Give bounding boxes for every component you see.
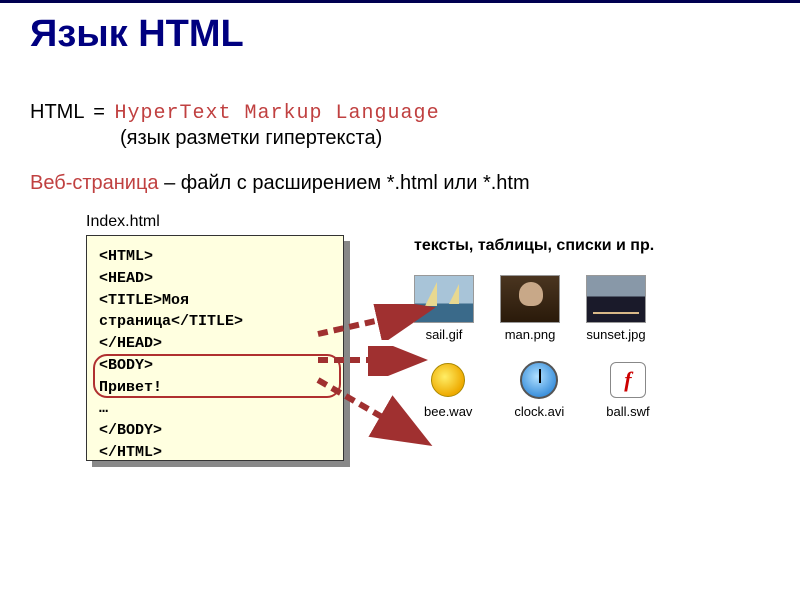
file-label: man.png <box>505 327 556 342</box>
equals-sign: = <box>93 101 105 123</box>
file-sunset: sunset.jpg <box>586 275 646 342</box>
clock-icon <box>519 360 559 400</box>
code-block: <HTML> <HEAD> <TITLE>Моя страница</TITLE… <box>86 235 344 461</box>
definition-line: HTML = HyperText Markup Language <box>30 101 770 125</box>
html-abbr: HTML <box>30 101 84 123</box>
code-line: <HTML> <box>99 246 331 268</box>
title-bar: Язык HTML <box>0 0 800 61</box>
code-line: Привет! <box>99 377 331 399</box>
code-line: </HEAD> <box>99 333 331 355</box>
code-filename: Index.html <box>86 213 770 231</box>
image-files-row: sail.gif man.png sunset.jpg <box>414 275 770 342</box>
media-files-row: bee.wav clock.avi f ball.swf <box>424 360 770 419</box>
arrow-to-images <box>316 346 428 376</box>
code-line: </HTML> <box>99 442 331 464</box>
file-man: man.png <box>500 275 560 342</box>
page-title: Язык HTML <box>30 13 770 56</box>
code-line: <TITLE>Моя страница</TITLE> <box>99 290 331 334</box>
code-line: <BODY> <box>99 355 331 377</box>
definition-translation: (язык разметки гипертекста) <box>30 127 770 150</box>
code-line: … <box>99 398 331 420</box>
webpage-definition: Веб-страница – файл с расширением *.html… <box>30 172 770 195</box>
file-clock: clock.avi <box>514 360 564 419</box>
file-label: clock.avi <box>514 404 564 419</box>
arrow-to-caption <box>316 304 436 340</box>
file-label: ball.swf <box>606 404 649 419</box>
code-line: <HEAD> <box>99 268 331 290</box>
file-ball: f ball.swf <box>606 360 649 419</box>
list-caption: тексты, таблицы, списки и пр. <box>414 237 770 255</box>
swf-icon: f <box>608 360 648 400</box>
code-box: <HTML> <HEAD> <TITLE>Моя страница</TITLE… <box>86 235 344 461</box>
html-expansion: HyperText Markup Language <box>115 102 440 125</box>
webpage-term: Веб-страница <box>30 172 159 194</box>
man-thumbnail <box>500 275 560 323</box>
arrow-to-media <box>316 374 436 454</box>
code-line: </BODY> <box>99 420 331 442</box>
sunset-thumbnail <box>586 275 646 323</box>
webpage-desc: – файл с расширением *.html или *.htm <box>159 172 530 194</box>
file-label: sunset.jpg <box>586 327 645 342</box>
